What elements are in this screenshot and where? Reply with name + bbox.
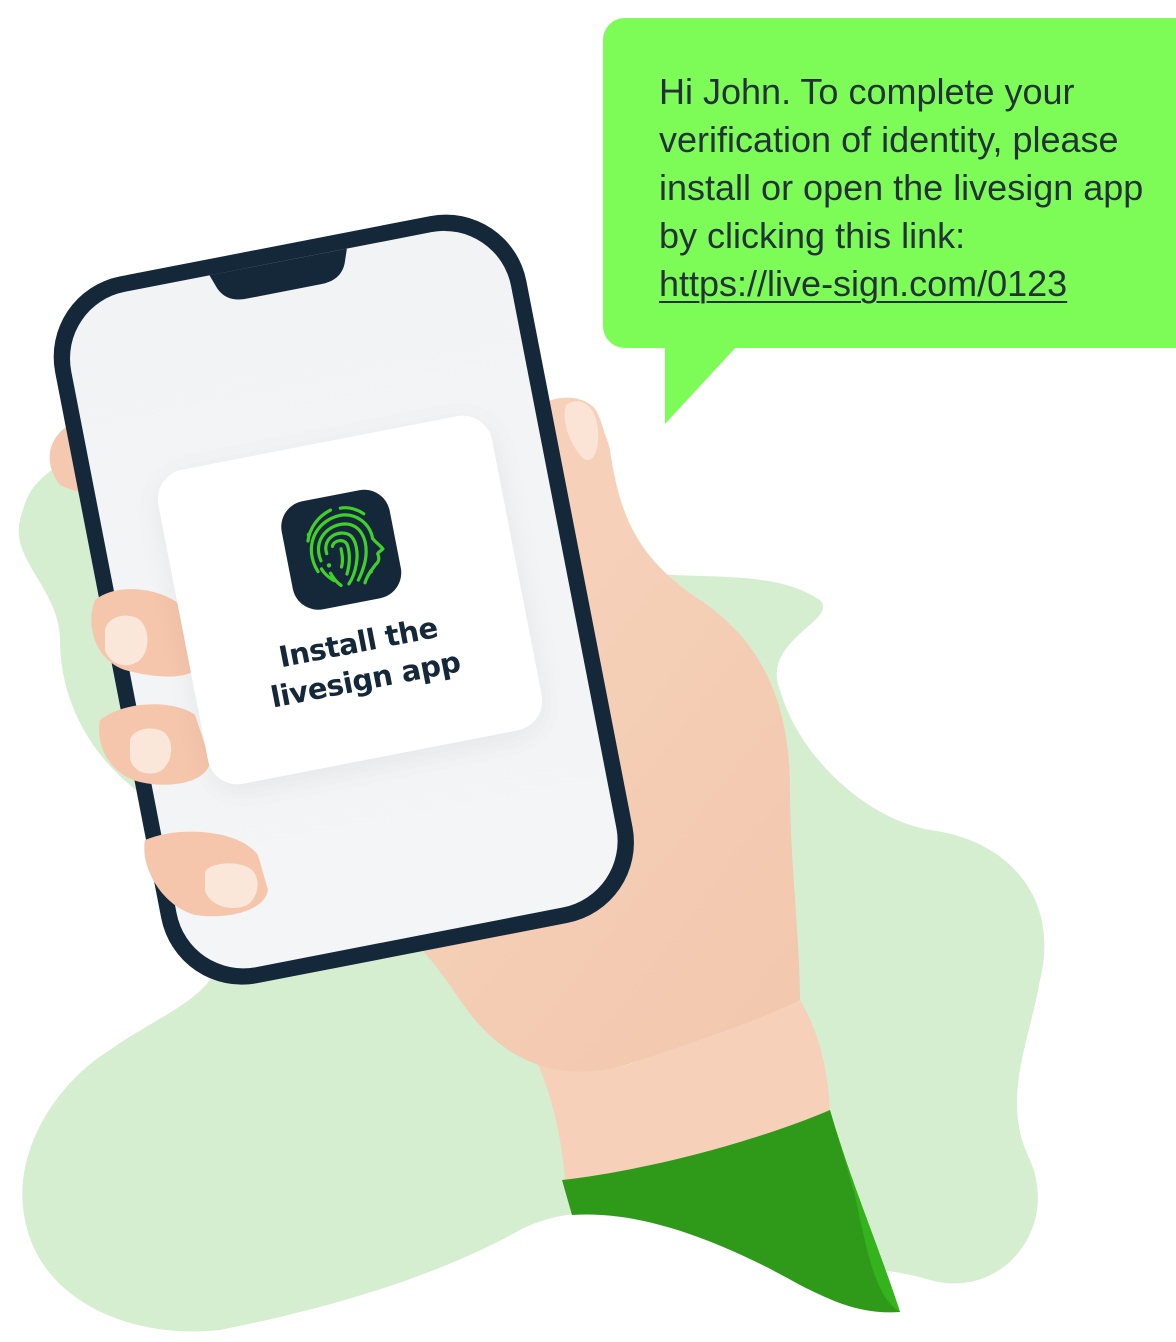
sms-line: verification of identity, please	[659, 119, 1119, 160]
sms-line: by clicking this link:	[659, 215, 966, 256]
sms-line: Hi John. To complete your	[659, 71, 1075, 112]
sms-message-bubble: Hi John. To complete your verification o…	[603, 18, 1176, 348]
sms-line: install or open the livesign app	[659, 167, 1144, 208]
fingerprint-face-icon[interactable]	[276, 485, 406, 615]
install-app-card[interactable]: Install the livesign app	[152, 410, 548, 790]
sms-bubble-tail	[665, 346, 737, 424]
sms-install-link[interactable]: https://live-sign.com/0123	[659, 260, 1067, 308]
